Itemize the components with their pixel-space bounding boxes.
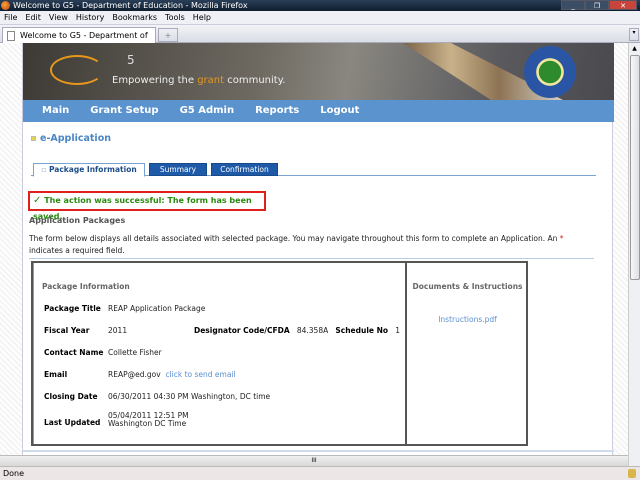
- browser-tab[interactable]: Welcome to G5 - Department of Edu...: [2, 27, 156, 55]
- success-message: ✓ The action was successful: The form ha…: [28, 191, 266, 221]
- vertical-scrollbar[interactable]: ▲: [628, 43, 640, 466]
- check-icon: ✓: [33, 195, 42, 206]
- main-nav: Main Grant Setup G5 Admin Reports Logout: [23, 100, 614, 122]
- status-bar: Done: [0, 466, 640, 480]
- window-title: Welcome to G5 - Department of Education …: [13, 1, 248, 10]
- new-tab-button[interactable]: +: [158, 28, 178, 42]
- bullet-icon: [31, 136, 36, 141]
- g5-logo-sup: 5: [127, 53, 135, 67]
- label-schedule: Schedule No: [335, 326, 389, 335]
- menu-file[interactable]: File: [4, 11, 17, 24]
- value-fiscal-year: 2011: [108, 326, 128, 335]
- tab-summary[interactable]: Summary: [149, 163, 207, 176]
- label-cfda: Designator Code/CFDA: [194, 326, 290, 335]
- label-last-updated: Last Updated: [44, 418, 101, 427]
- section-title: Application Packages: [29, 216, 126, 225]
- label-fiscal-year: Fiscal Year: [44, 326, 90, 335]
- menu-bar: File Edit View History Bookmarks Tools H…: [0, 11, 640, 25]
- menu-help[interactable]: Help: [193, 11, 211, 24]
- menu-bookmarks[interactable]: Bookmarks: [112, 11, 157, 24]
- scroll-thumb[interactable]: [630, 55, 640, 280]
- tab-package-information[interactable]: ▫ Package Information: [33, 163, 145, 177]
- documents-heading: Documents & Instructions: [412, 282, 523, 291]
- send-email-link[interactable]: click to send email: [165, 370, 235, 379]
- horizontal-scrollbar[interactable]: III: [0, 455, 628, 466]
- label-closing-date: Closing Date: [44, 392, 98, 401]
- value-package-title: REAP Application Package: [108, 304, 206, 313]
- value-email: REAP@ed.gov: [108, 370, 161, 379]
- nav-logout[interactable]: Logout: [320, 100, 359, 122]
- lock-icon: [628, 469, 636, 478]
- scroll-up-icon[interactable]: ▲: [629, 43, 640, 54]
- description: The form below displays all details asso…: [29, 234, 564, 255]
- value-cfda: 84.358A: [296, 326, 329, 335]
- restore-button[interactable]: ❐: [585, 0, 609, 10]
- value-last-updated: 05/04/2011 12:51 PM Washington DC Time: [108, 411, 189, 428]
- form-tabs: ▫ Package Information Summary Confirmati…: [31, 162, 596, 177]
- tagline: Empowering the grant community.: [112, 75, 286, 86]
- divider: [29, 258, 594, 259]
- divider-bottom: [23, 450, 614, 452]
- nav-reports[interactable]: Reports: [255, 100, 299, 122]
- instructions-pdf-link[interactable]: Instructions.pdf: [409, 315, 526, 324]
- close-button[interactable]: ✕: [609, 0, 637, 10]
- package-information-panel: Package Information Package Title REAP Ap…: [33, 263, 407, 444]
- value-contact: Collette Fisher: [108, 348, 162, 357]
- menu-view[interactable]: View: [49, 11, 68, 24]
- window-title-bar: Welcome to G5 - Department of Education …: [0, 0, 640, 11]
- page-icon: [7, 31, 15, 41]
- banner: 5 Empowering the grant community.: [23, 43, 614, 100]
- tab-list-button[interactable]: ▾: [629, 28, 639, 41]
- page-margin-left: [0, 43, 22, 466]
- page-title: e-Application: [31, 133, 111, 144]
- documents-panel: Documents & Instructions Instructions.pd…: [409, 263, 526, 444]
- value-schedule: 1: [395, 326, 400, 335]
- nav-g5-admin[interactable]: G5 Admin: [180, 100, 235, 122]
- firefox-icon: [1, 1, 10, 10]
- nav-main[interactable]: Main: [42, 100, 69, 122]
- menu-tools[interactable]: Tools: [165, 11, 185, 24]
- menu-edit[interactable]: Edit: [25, 11, 41, 24]
- g5-logo: [50, 55, 104, 85]
- package-box: Package Information Package Title REAP Ap…: [31, 261, 528, 446]
- nav-grant-setup[interactable]: Grant Setup: [90, 100, 158, 122]
- menu-history[interactable]: History: [76, 11, 104, 24]
- package-heading: Package Information: [42, 282, 130, 291]
- label-package-title: Package Title: [44, 304, 101, 313]
- browser-tab-bar: Welcome to G5 - Department of Edu... + ▾: [0, 25, 640, 55]
- value-closing-date: 06/30/2011 04:30 PM Washington, DC time: [108, 392, 271, 401]
- tab-confirmation[interactable]: Confirmation: [211, 163, 278, 176]
- department-seal-icon: [524, 46, 576, 98]
- page-content: 5 Empowering the grant community. Main G…: [22, 43, 614, 466]
- minimize-button[interactable]: _: [561, 0, 585, 10]
- page-margin-right: [613, 43, 628, 466]
- label-contact: Contact Name: [44, 348, 104, 357]
- status-text: Done: [3, 469, 25, 478]
- label-email: Email: [44, 370, 68, 379]
